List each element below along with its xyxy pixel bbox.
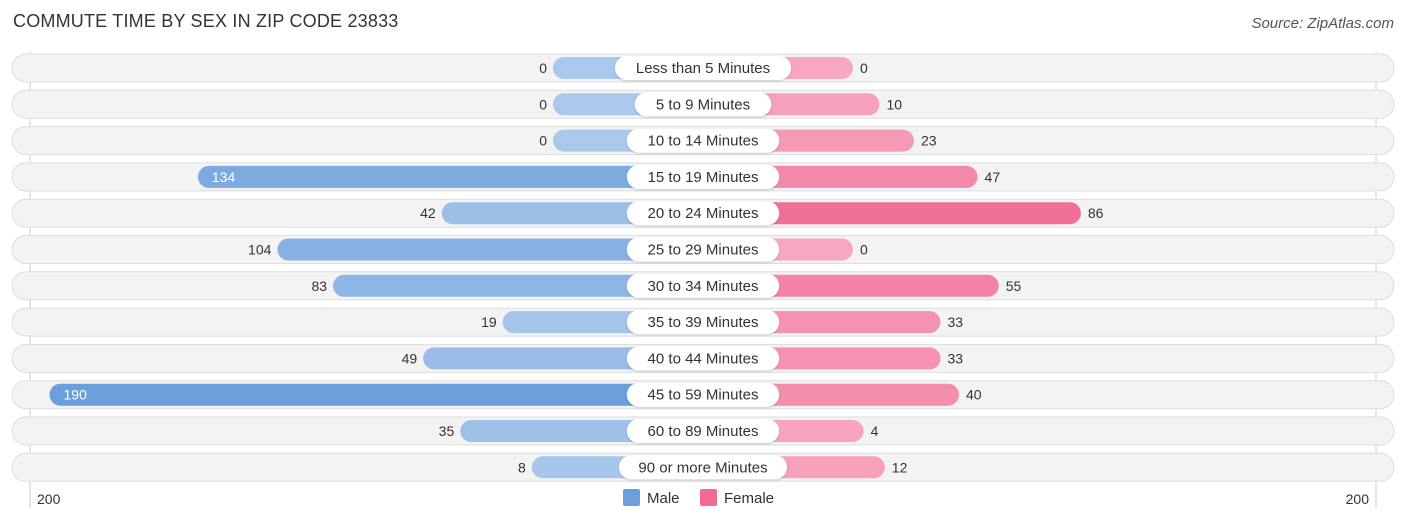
chart: Less than 5 Minutes 0 0 5 to 9 Minutes 0 10 10… bbox=[11, 52, 1395, 508]
category-label: 15 to 19 Minutes bbox=[648, 169, 759, 186]
value-label-female: 33 bbox=[947, 314, 963, 330]
bar-male bbox=[49, 383, 703, 406]
category-label: 60 to 89 Minutes bbox=[648, 423, 759, 440]
category-label: 35 to 39 Minutes bbox=[648, 314, 759, 331]
legend: Male Female bbox=[623, 489, 774, 507]
value-label-male: 19 bbox=[481, 314, 497, 330]
value-label-female: 12 bbox=[892, 459, 908, 475]
legend-swatch-male bbox=[623, 489, 640, 506]
value-label-female: 0 bbox=[860, 60, 868, 76]
category-label: 30 to 34 Minutes bbox=[648, 278, 759, 295]
legend-swatch-female bbox=[700, 489, 717, 506]
legend-label-female: Female bbox=[724, 490, 774, 507]
chart-row: 35 to 39 Minutes 19 33 bbox=[11, 307, 1395, 337]
value-label-male: 134 bbox=[212, 169, 236, 185]
value-label-male: 42 bbox=[420, 205, 436, 221]
chart-row: 45 to 59 Minutes 190 40 bbox=[11, 380, 1395, 410]
chart-row: 20 to 24 Minutes 42 86 bbox=[11, 198, 1395, 228]
chart-row: 25 to 29 Minutes 104 0 bbox=[11, 235, 1395, 264]
axis-label-left: 200 bbox=[37, 491, 61, 507]
chart-row: Less than 5 Minutes 0 0 bbox=[11, 53, 1395, 83]
chart-row: 10 to 14 Minutes 0 23 bbox=[11, 126, 1395, 156]
chart-row: 15 to 19 Minutes 134 47 bbox=[11, 162, 1395, 192]
chart-row: 5 to 9 Minutes 0 10 bbox=[11, 89, 1395, 119]
chart-row: 30 to 34 Minutes 83 55 bbox=[11, 271, 1395, 301]
value-label-female: 0 bbox=[860, 242, 868, 258]
category-label: 20 to 24 Minutes bbox=[648, 205, 759, 222]
chart-row: 40 to 44 Minutes 49 33 bbox=[11, 343, 1395, 373]
value-label-male: 0 bbox=[539, 133, 547, 149]
value-label-female: 10 bbox=[887, 96, 903, 112]
value-label-male: 0 bbox=[539, 96, 547, 112]
category-label: 10 to 14 Minutes bbox=[648, 133, 759, 150]
category-label: 40 to 44 Minutes bbox=[648, 350, 759, 367]
value-label-male: 8 bbox=[518, 459, 526, 475]
legend-label-male: Male bbox=[647, 490, 680, 507]
value-label-female: 40 bbox=[966, 387, 982, 403]
value-label-female: 55 bbox=[1006, 278, 1022, 294]
chart-row: 60 to 89 Minutes 35 4 bbox=[11, 416, 1395, 446]
value-label-female: 23 bbox=[921, 133, 937, 149]
value-label-male: 83 bbox=[311, 278, 327, 294]
value-label-female: 33 bbox=[947, 350, 963, 366]
value-label-male: 104 bbox=[248, 242, 272, 258]
value-label-female: 4 bbox=[871, 423, 879, 439]
value-label-male: 49 bbox=[402, 350, 418, 366]
axis-label-right: 200 bbox=[1346, 491, 1370, 507]
value-label-male: 0 bbox=[539, 60, 547, 76]
category-label: Less than 5 Minutes bbox=[636, 60, 770, 77]
value-label-female: 86 bbox=[1088, 205, 1104, 221]
category-label: 5 to 9 Minutes bbox=[656, 96, 750, 113]
category-label: 45 to 59 Minutes bbox=[648, 387, 759, 404]
category-label: 90 or more Minutes bbox=[638, 459, 767, 476]
value-label-male: 35 bbox=[439, 423, 455, 439]
chart-row: 90 or more Minutes 8 12 bbox=[11, 452, 1395, 482]
value-label-female: 47 bbox=[985, 169, 1001, 185]
value-label-male: 190 bbox=[64, 387, 88, 403]
category-label: 25 to 29 Minutes bbox=[648, 242, 759, 259]
